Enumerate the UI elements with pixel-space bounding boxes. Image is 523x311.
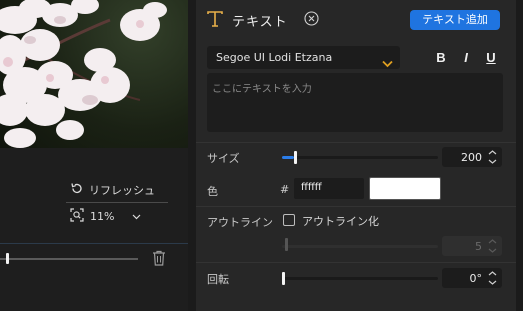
color-swatch[interactable] (369, 177, 441, 200)
divider (196, 262, 516, 263)
outline-number-input[interactable]: 5 (442, 236, 502, 256)
rotation-value: 0° (469, 272, 483, 285)
zoom-control[interactable]: 11% (70, 207, 141, 225)
refresh-label: リフレッシュ (89, 184, 155, 197)
divider (196, 206, 516, 207)
spinner-icon[interactable] (488, 238, 497, 254)
timeline-divider (0, 243, 188, 244)
outline-label: アウトライン (207, 216, 273, 229)
rotation-slider[interactable] (282, 277, 438, 280)
close-circle-icon[interactable] (304, 11, 319, 30)
underline-button[interactable]: U (482, 49, 500, 67)
italic-button[interactable]: I (457, 49, 475, 67)
size-number-input[interactable]: 200 (442, 147, 502, 167)
spinner-icon[interactable] (488, 270, 497, 286)
zoom-value: 11% (90, 209, 115, 223)
timeline-playhead[interactable] (6, 253, 9, 264)
divider (196, 142, 516, 143)
size-slider[interactable] (282, 156, 438, 159)
outline-slider[interactable] (282, 245, 438, 248)
outline-slider-thumb[interactable] (285, 238, 288, 251)
rotation-number-input[interactable]: 0° (442, 268, 502, 288)
preview-area: リフレッシュ 11% (0, 0, 188, 311)
spinner-icon[interactable] (488, 149, 497, 165)
right-gutter (516, 0, 523, 311)
trash-icon[interactable] (152, 250, 166, 270)
timeline-track[interactable] (0, 258, 138, 260)
outline-value: 5 (475, 240, 482, 253)
text-t-icon (206, 10, 224, 32)
chevron-down-icon[interactable] (132, 210, 141, 223)
preview-image (0, 0, 188, 148)
refresh-button[interactable]: リフレッシュ (70, 181, 155, 199)
text-panel: テキスト テキスト追加 Segoe UI Lodi Etzana B I U こ… (196, 0, 516, 311)
size-slider-fill (282, 156, 294, 159)
hex-input[interactable]: ffffff (294, 178, 364, 199)
app-root: リフレッシュ 11% テキスト テキスト追加 Segoe UI Lodi Etz… (0, 0, 523, 311)
font-value: Segoe UI Lodi Etzana (216, 51, 333, 64)
refresh-icon (70, 182, 83, 198)
rotation-slider-thumb[interactable] (282, 272, 285, 285)
size-value: 200 (461, 151, 482, 164)
add-text-button[interactable]: テキスト追加 (410, 10, 500, 30)
chevron-down-icon (382, 53, 393, 72)
panel-title: テキスト (232, 15, 288, 30)
size-slider-thumb[interactable] (294, 151, 297, 164)
hex-hash: # (280, 183, 290, 196)
panel-header: テキスト テキスト追加 (196, 0, 516, 38)
color-label: 色 (207, 185, 218, 198)
outline-checkbox[interactable] (283, 214, 295, 226)
text-input[interactable]: ここにテキストを入力 (207, 73, 503, 132)
bold-button[interactable]: B (432, 49, 450, 67)
divider (66, 202, 168, 203)
outline-checkbox-label: アウトライン化 (302, 215, 379, 228)
zoom-fit-icon (70, 207, 84, 225)
size-label: サイズ (207, 152, 240, 165)
font-dropdown[interactable]: Segoe UI Lodi Etzana (207, 46, 400, 69)
rotation-label: 回転 (207, 273, 229, 286)
